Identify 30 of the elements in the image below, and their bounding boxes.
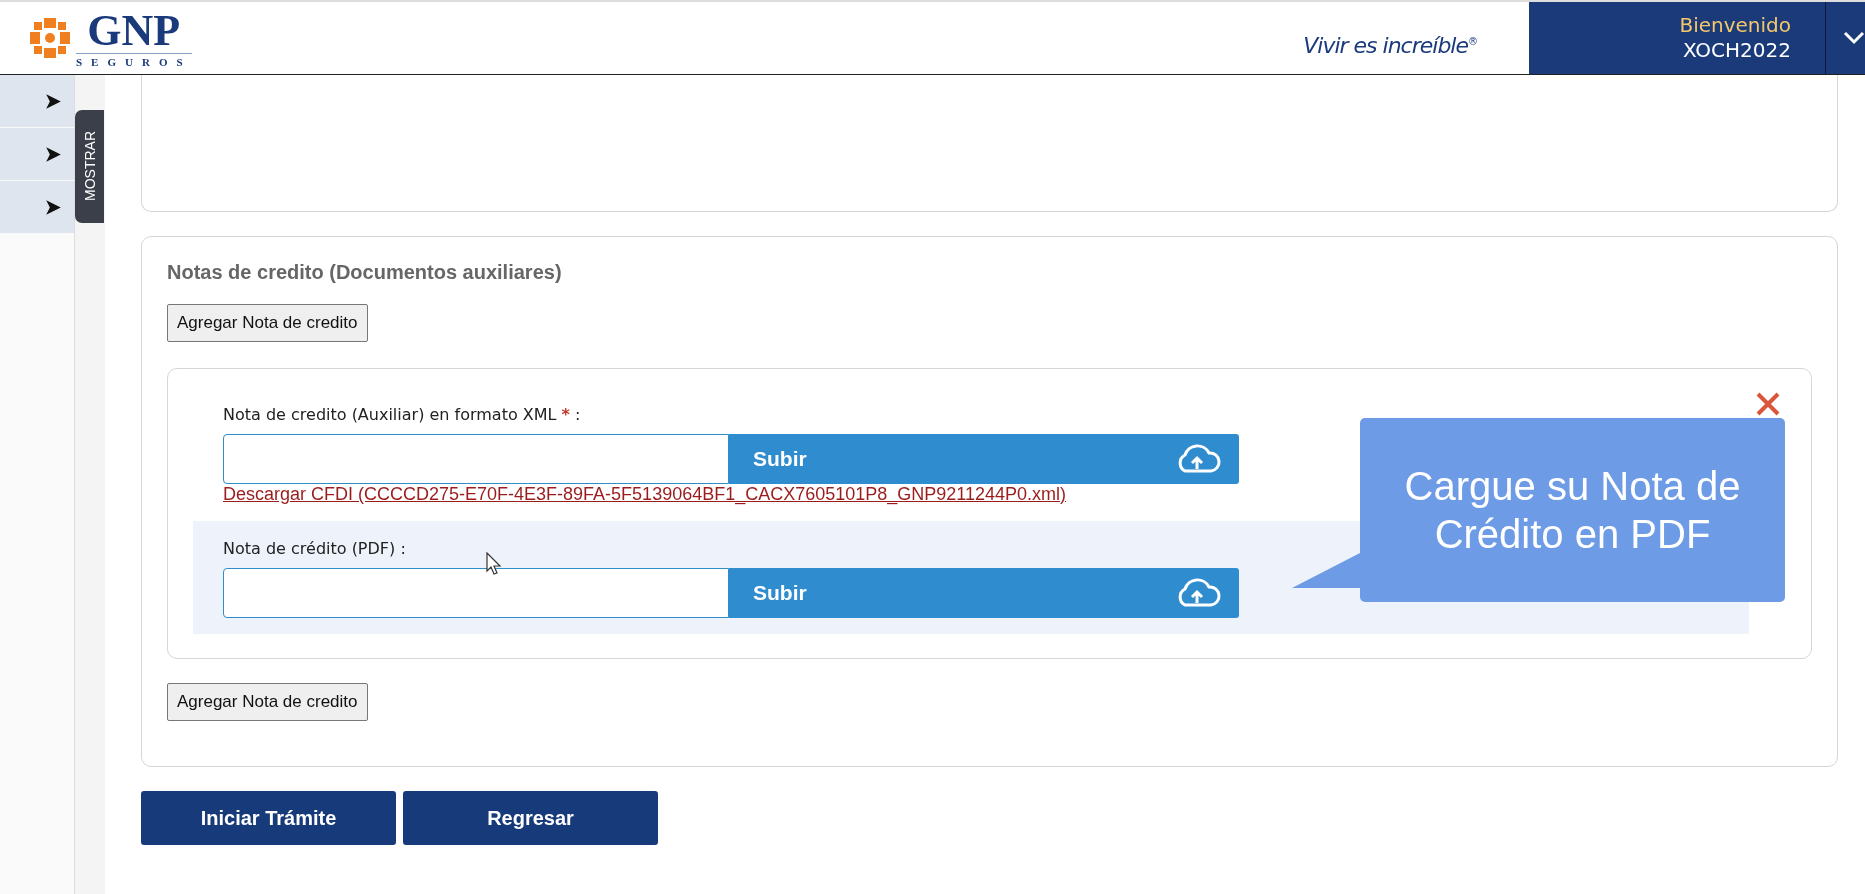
- download-link[interactable]: Descargar CFDI (CCCCD275-E70F-4E3F-89FA-5F5139064BF1_CACX7605101P8_GNP9211244P0.xml): [223, 484, 1067, 504]
- welcome-label: Bienvenido: [1679, 13, 1791, 38]
- show-sidebar-tab[interactable]: MOSTRAR: [75, 110, 104, 223]
- arrow-right-icon: [45, 145, 62, 163]
- mouse-cursor-icon: [486, 552, 502, 576]
- file-input-field[interactable]: [223, 568, 729, 618]
- chevron-down-icon: [1843, 31, 1865, 45]
- user-name: XOCH2022: [1682, 38, 1791, 63]
- add-note-button[interactable]: Agregar Nota de credito: [167, 304, 368, 342]
- callout-text: Cargue su Nota de Crédito en PDF: [1403, 463, 1742, 558]
- add-note-button[interactable]: Agregar Nota de credito: [167, 683, 368, 721]
- user-menu-button[interactable]: [1825, 2, 1865, 74]
- arrow-right-icon: [45, 92, 62, 110]
- section-title: Notas de credito (Documentos auxiliares): [167, 261, 562, 284]
- action-button[interactable]: Iniciar Trámite: [141, 791, 396, 845]
- field-label: Nota de credito (Auxiliar) en formato XML * :: [223, 405, 582, 424]
- upload-button[interactable]: Subir: [729, 434, 1239, 484]
- brand-name: GNP: [87, 8, 181, 53]
- upload-button[interactable]: Subir: [729, 568, 1239, 618]
- field-label: Nota de crédito (PDF) :: [223, 539, 407, 558]
- arrow-right-icon: [45, 198, 62, 216]
- action-button[interactable]: Regresar: [403, 791, 658, 845]
- sidebar-item[interactable]: [0, 181, 74, 233]
- slogan-text: Vivir es increíble$^{®}$: [1303, 32, 1477, 58]
- logo-emblem-icon: [28, 16, 72, 60]
- brand-subtitle: SEGUROS: [76, 52, 192, 68]
- sidebar-item[interactable]: [0, 75, 74, 127]
- file-input-field[interactable]: [223, 434, 729, 484]
- sidebar-item[interactable]: [0, 128, 74, 180]
- close-icon[interactable]: [1755, 391, 1781, 417]
